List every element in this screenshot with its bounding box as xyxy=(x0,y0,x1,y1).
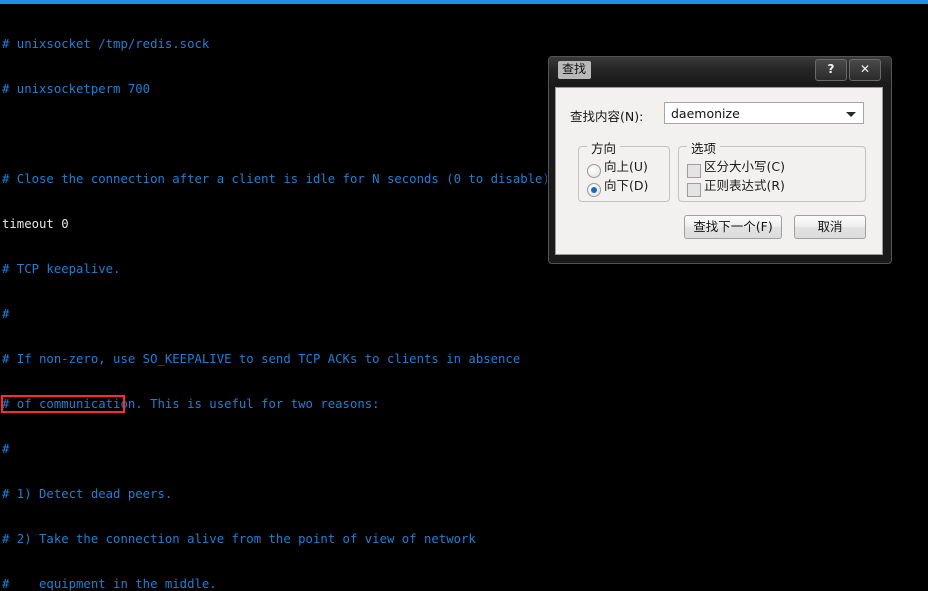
editor-line: # unixsocket /tmp/redis.sock xyxy=(2,37,210,51)
cancel-button[interactable]: 取消 xyxy=(794,215,866,239)
search-input[interactable]: daemonize xyxy=(664,102,864,124)
editor-line: # xyxy=(2,442,10,456)
checkbox-regex-label: 正则表达式(R) xyxy=(704,178,785,193)
options-group-title: 选项 xyxy=(687,138,721,157)
find-dialog-body: 查找内容(N): daemonize 方向 向上(U) 向下(D) 选项 区分大… xyxy=(555,87,883,255)
close-icon[interactable]: ✕ xyxy=(849,59,881,81)
find-dialog-title: 查找 xyxy=(558,61,592,79)
editor-line: # 1) Detect dead peers. xyxy=(2,487,173,501)
radio-icon[interactable] xyxy=(587,182,601,197)
checkbox-icon[interactable] xyxy=(687,163,701,178)
radio-direction-down-label: 向下(D) xyxy=(604,178,649,193)
chevron-down-icon[interactable] xyxy=(846,112,856,117)
search-input-value: daemonize xyxy=(671,106,740,121)
radio-direction-up[interactable]: 向上(U) xyxy=(587,159,648,178)
editor-line: # TCP keepalive. xyxy=(2,262,121,276)
radio-direction-down[interactable]: 向下(D) xyxy=(587,178,649,197)
direction-group-title: 方向 xyxy=(587,138,621,157)
radio-icon[interactable] xyxy=(587,163,601,178)
options-group: 选项 区分大小写(C) 正则表达式(R) xyxy=(678,138,866,202)
radio-direction-up-label: 向上(U) xyxy=(604,159,648,174)
find-next-button[interactable]: 查找下一个(F) xyxy=(684,215,782,239)
checkbox-match-case[interactable]: 区分大小写(C) xyxy=(687,159,785,178)
editor-line: # xyxy=(2,307,10,321)
find-dialog: 查找 ? ✕ 查找内容(N): daemonize 方向 向上(U) 向下(D)… xyxy=(548,56,892,264)
help-icon[interactable]: ? xyxy=(815,59,847,81)
editor-line: # If non-zero, use SO_KEEPALIVE to send … xyxy=(2,352,521,366)
find-dialog-titlebar[interactable]: 查找 ? ✕ xyxy=(549,57,891,83)
editor-line: # of communication. This is useful for t… xyxy=(2,397,380,411)
editor-line: # equipment in the middle. xyxy=(2,577,217,591)
editor-line: # 2) Take the connection alive from the … xyxy=(2,532,476,546)
checkbox-icon[interactable] xyxy=(687,182,701,197)
checkbox-regex[interactable]: 正则表达式(R) xyxy=(687,178,785,197)
search-field-label: 查找内容(N): xyxy=(570,109,644,124)
search-row: 查找内容(N): daemonize xyxy=(556,102,882,126)
direction-group: 方向 向上(U) 向下(D) xyxy=(578,138,670,202)
checkbox-match-case-label: 区分大小写(C) xyxy=(704,159,785,174)
